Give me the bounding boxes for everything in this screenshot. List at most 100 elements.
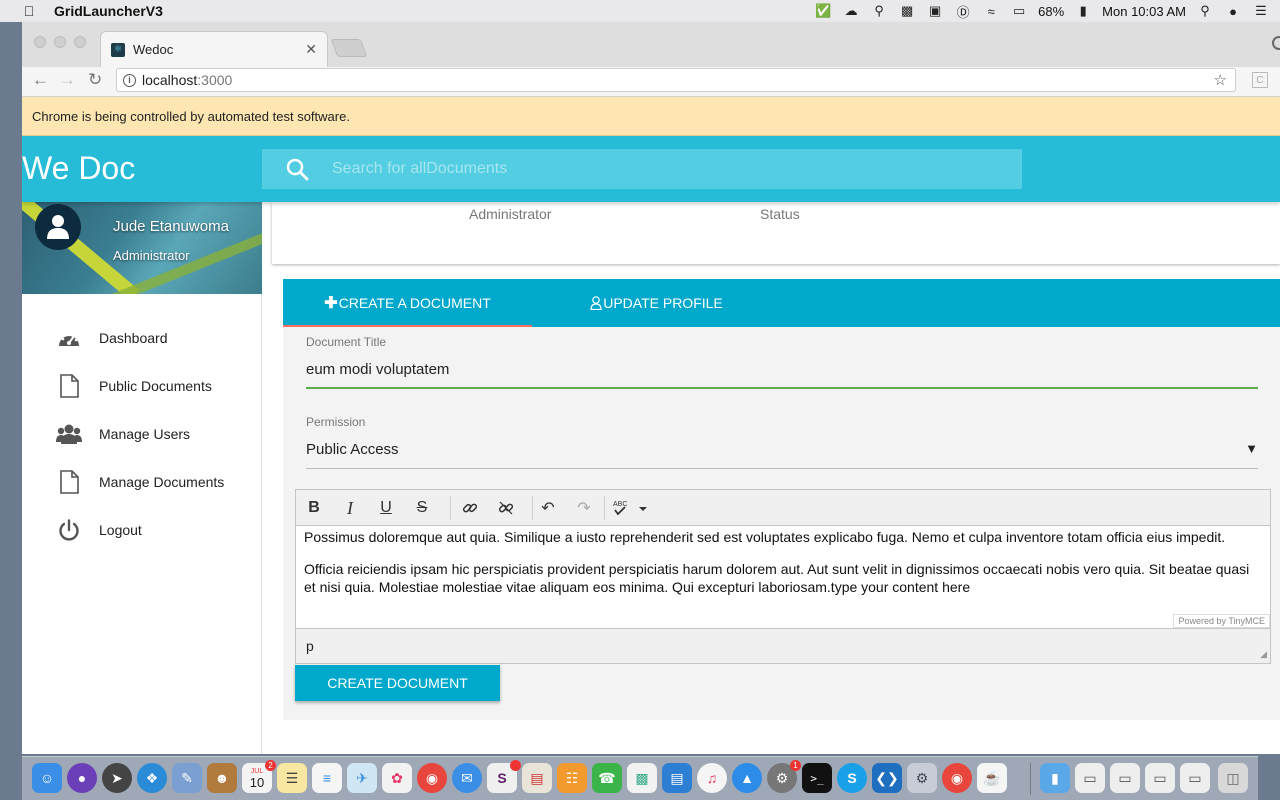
- create-document-button[interactable]: CREATE DOCUMENT: [295, 665, 500, 701]
- brand-logo[interactable]: We Doc: [22, 150, 135, 187]
- contacts-icon[interactable]: ☻: [207, 763, 237, 793]
- sidebar-item-dashboard[interactable]: Dashboard: [22, 314, 262, 362]
- unlink-icon[interactable]: [494, 498, 518, 518]
- trash-icon[interactable]: ◫: [1218, 763, 1248, 793]
- window-thumbnail-icon[interactable]: ▭: [1110, 763, 1140, 793]
- messages-icon[interactable]: ✉: [452, 763, 482, 793]
- wifi-icon[interactable]: ≈: [982, 4, 1000, 19]
- tab-label: CREATE A DOCUMENT: [338, 295, 491, 311]
- preview-icon[interactable]: ✎: [172, 763, 202, 793]
- notification-center-icon[interactable]: ☰: [1252, 3, 1270, 18]
- extension-icon[interactable]: C: [1252, 72, 1268, 88]
- skype-icon[interactable]: S: [837, 763, 867, 793]
- tab-create-document[interactable]: ✚ CREATE A DOCUMENT: [283, 279, 532, 327]
- underline-icon[interactable]: U: [374, 498, 398, 518]
- d-status-icon[interactable]: Ⓓ: [954, 4, 972, 20]
- itunes-icon[interactable]: ♫: [697, 763, 727, 793]
- launchpad-icon[interactable]: ➤: [102, 763, 132, 793]
- back-arrow-icon[interactable]: ←: [32, 70, 49, 90]
- resize-handle-icon[interactable]: ◢: [1260, 649, 1267, 660]
- utility-icon[interactable]: ⚙: [907, 763, 937, 793]
- system-preferences-icon[interactable]: ⚙ 1: [767, 760, 801, 793]
- profile-summary-card: Administrator Status: [272, 202, 1280, 264]
- vscode-icon[interactable]: ❮❯: [872, 763, 902, 793]
- site-info-icon[interactable]: i: [123, 73, 136, 87]
- lock-status-icon[interactable]: ▣: [926, 3, 944, 18]
- tab-update-profile[interactable]: UPDATE PROFILE: [532, 279, 781, 327]
- numbers-icon[interactable]: ▩: [627, 763, 657, 793]
- window-thumbnail-icon[interactable]: ▭: [1075, 763, 1105, 793]
- sidebar-item-manage-documents[interactable]: Manage Documents: [22, 458, 262, 506]
- camera-icon[interactable]: ▩: [898, 3, 916, 18]
- facetime-icon[interactable]: ☎: [592, 763, 622, 793]
- search-bar[interactable]: Search for allDocuments: [262, 149, 1022, 189]
- finder-icon[interactable]: ☺: [32, 763, 62, 793]
- ibooks-icon[interactable]: ☷: [557, 763, 587, 793]
- chrome-icon[interactable]: ◉: [942, 763, 972, 793]
- java-icon[interactable]: ☕: [977, 763, 1007, 793]
- siri-dock-icon[interactable]: ●: [67, 763, 97, 793]
- strikethrough-icon[interactable]: S: [410, 498, 434, 518]
- terminal-icon[interactable]: >_: [802, 763, 832, 793]
- chrome-icon[interactable]: ◉: [417, 763, 447, 793]
- sidebar-item-public-documents[interactable]: Public Documents: [22, 362, 262, 410]
- permission-select[interactable]: Permission Public Access ▼: [306, 413, 1258, 469]
- bookmark-star-icon[interactable]: ☆: [1214, 71, 1227, 89]
- slack-icon[interactable]: S: [487, 760, 521, 793]
- siri-icon[interactable]: ●: [1224, 4, 1242, 19]
- redo-icon[interactable]: ↷: [572, 498, 596, 518]
- window-thumbnail-icon[interactable]: ▭: [1180, 763, 1210, 793]
- photos-icon[interactable]: ✿: [382, 763, 412, 793]
- browser-tab[interactable]: ⚛ Wedoc ✕: [100, 31, 328, 67]
- search-input[interactable]: Search for allDocuments: [332, 160, 507, 178]
- new-tab-button[interactable]: [330, 39, 368, 57]
- spotlight-search-icon[interactable]: ⚲: [1196, 3, 1214, 18]
- keynote-icon[interactable]: ▤: [662, 763, 692, 793]
- apple-icon[interactable]: : [20, 3, 38, 19]
- window-zoom-button[interactable]: [74, 36, 86, 48]
- sidebar-item-logout[interactable]: Logout: [22, 506, 262, 554]
- permission-selected-value[interactable]: Public Access: [306, 441, 399, 458]
- element-path[interactable]: p: [306, 638, 314, 654]
- address-bar[interactable]: i localhost:3000 ☆: [116, 68, 1236, 92]
- reload-icon[interactable]: ↻: [88, 70, 102, 90]
- avatar[interactable]: [35, 204, 81, 250]
- search-icon[interactable]: [262, 157, 332, 181]
- app-viewport: We Doc Search for allDocuments Jude Etan…: [22, 136, 1280, 754]
- folder-icon[interactable]: ▮: [1040, 763, 1070, 793]
- italic-icon[interactable]: I: [338, 498, 362, 518]
- undo-icon[interactable]: ↶: [536, 498, 560, 518]
- document-title-field[interactable]: Document Title eum modi voluptatem: [306, 333, 1258, 389]
- app-store-icon[interactable]: ▲: [732, 763, 762, 793]
- window-minimize-button[interactable]: [54, 36, 66, 48]
- window-thumbnail-icon[interactable]: ▭: [1145, 763, 1175, 793]
- dropdown-arrow-icon[interactable]: ▼: [1245, 441, 1258, 456]
- active-tab-indicator: [283, 325, 532, 327]
- calendar-icon[interactable]: JUL 10 2: [242, 760, 276, 793]
- rich-text-editor: B I U S ↶ ↷ ABC Possimus doloremque aut …: [295, 489, 1271, 664]
- document-title-input[interactable]: eum modi voluptatem: [306, 361, 449, 378]
- reminders-icon[interactable]: ≡: [312, 763, 342, 793]
- tab-close-icon[interactable]: ✕: [305, 41, 317, 58]
- powered-by-tinymce[interactable]: Powered by TinyMCE: [1173, 614, 1270, 628]
- notes-icon[interactable]: ☰: [277, 763, 307, 793]
- battery-icon[interactable]: ▮: [1074, 3, 1092, 18]
- creative-cloud-icon[interactable]: ☁: [842, 3, 860, 18]
- profile-icon[interactable]: [1272, 36, 1280, 50]
- forward-arrow-icon[interactable]: →: [59, 70, 76, 90]
- airplay-icon[interactable]: ▭: [1010, 3, 1028, 18]
- safari-icon[interactable]: ❖: [137, 763, 167, 793]
- menubar-app-name[interactable]: GridLauncherV3: [54, 3, 163, 19]
- spellcheck-icon[interactable]: ABC: [610, 498, 650, 518]
- checkmark-status-icon[interactable]: ✅: [814, 3, 832, 18]
- sidebar-item-manage-users[interactable]: Manage Users: [22, 410, 262, 458]
- window-close-button[interactable]: [34, 36, 46, 48]
- bold-icon[interactable]: B: [302, 498, 326, 518]
- news-icon[interactable]: ▤: [522, 763, 552, 793]
- location-icon[interactable]: ⚲: [870, 3, 888, 18]
- maps-icon[interactable]: ✈: [347, 763, 377, 793]
- browser-window: ⚛ Wedoc ✕ ← → ↻ i localhost:3000 ☆ C Chr…: [22, 22, 1280, 754]
- editor-content[interactable]: Possimus doloremque aut quia. Similique …: [296, 526, 1270, 628]
- menubar-clock[interactable]: Mon 10:03 AM: [1102, 4, 1186, 19]
- link-icon[interactable]: [458, 498, 482, 518]
